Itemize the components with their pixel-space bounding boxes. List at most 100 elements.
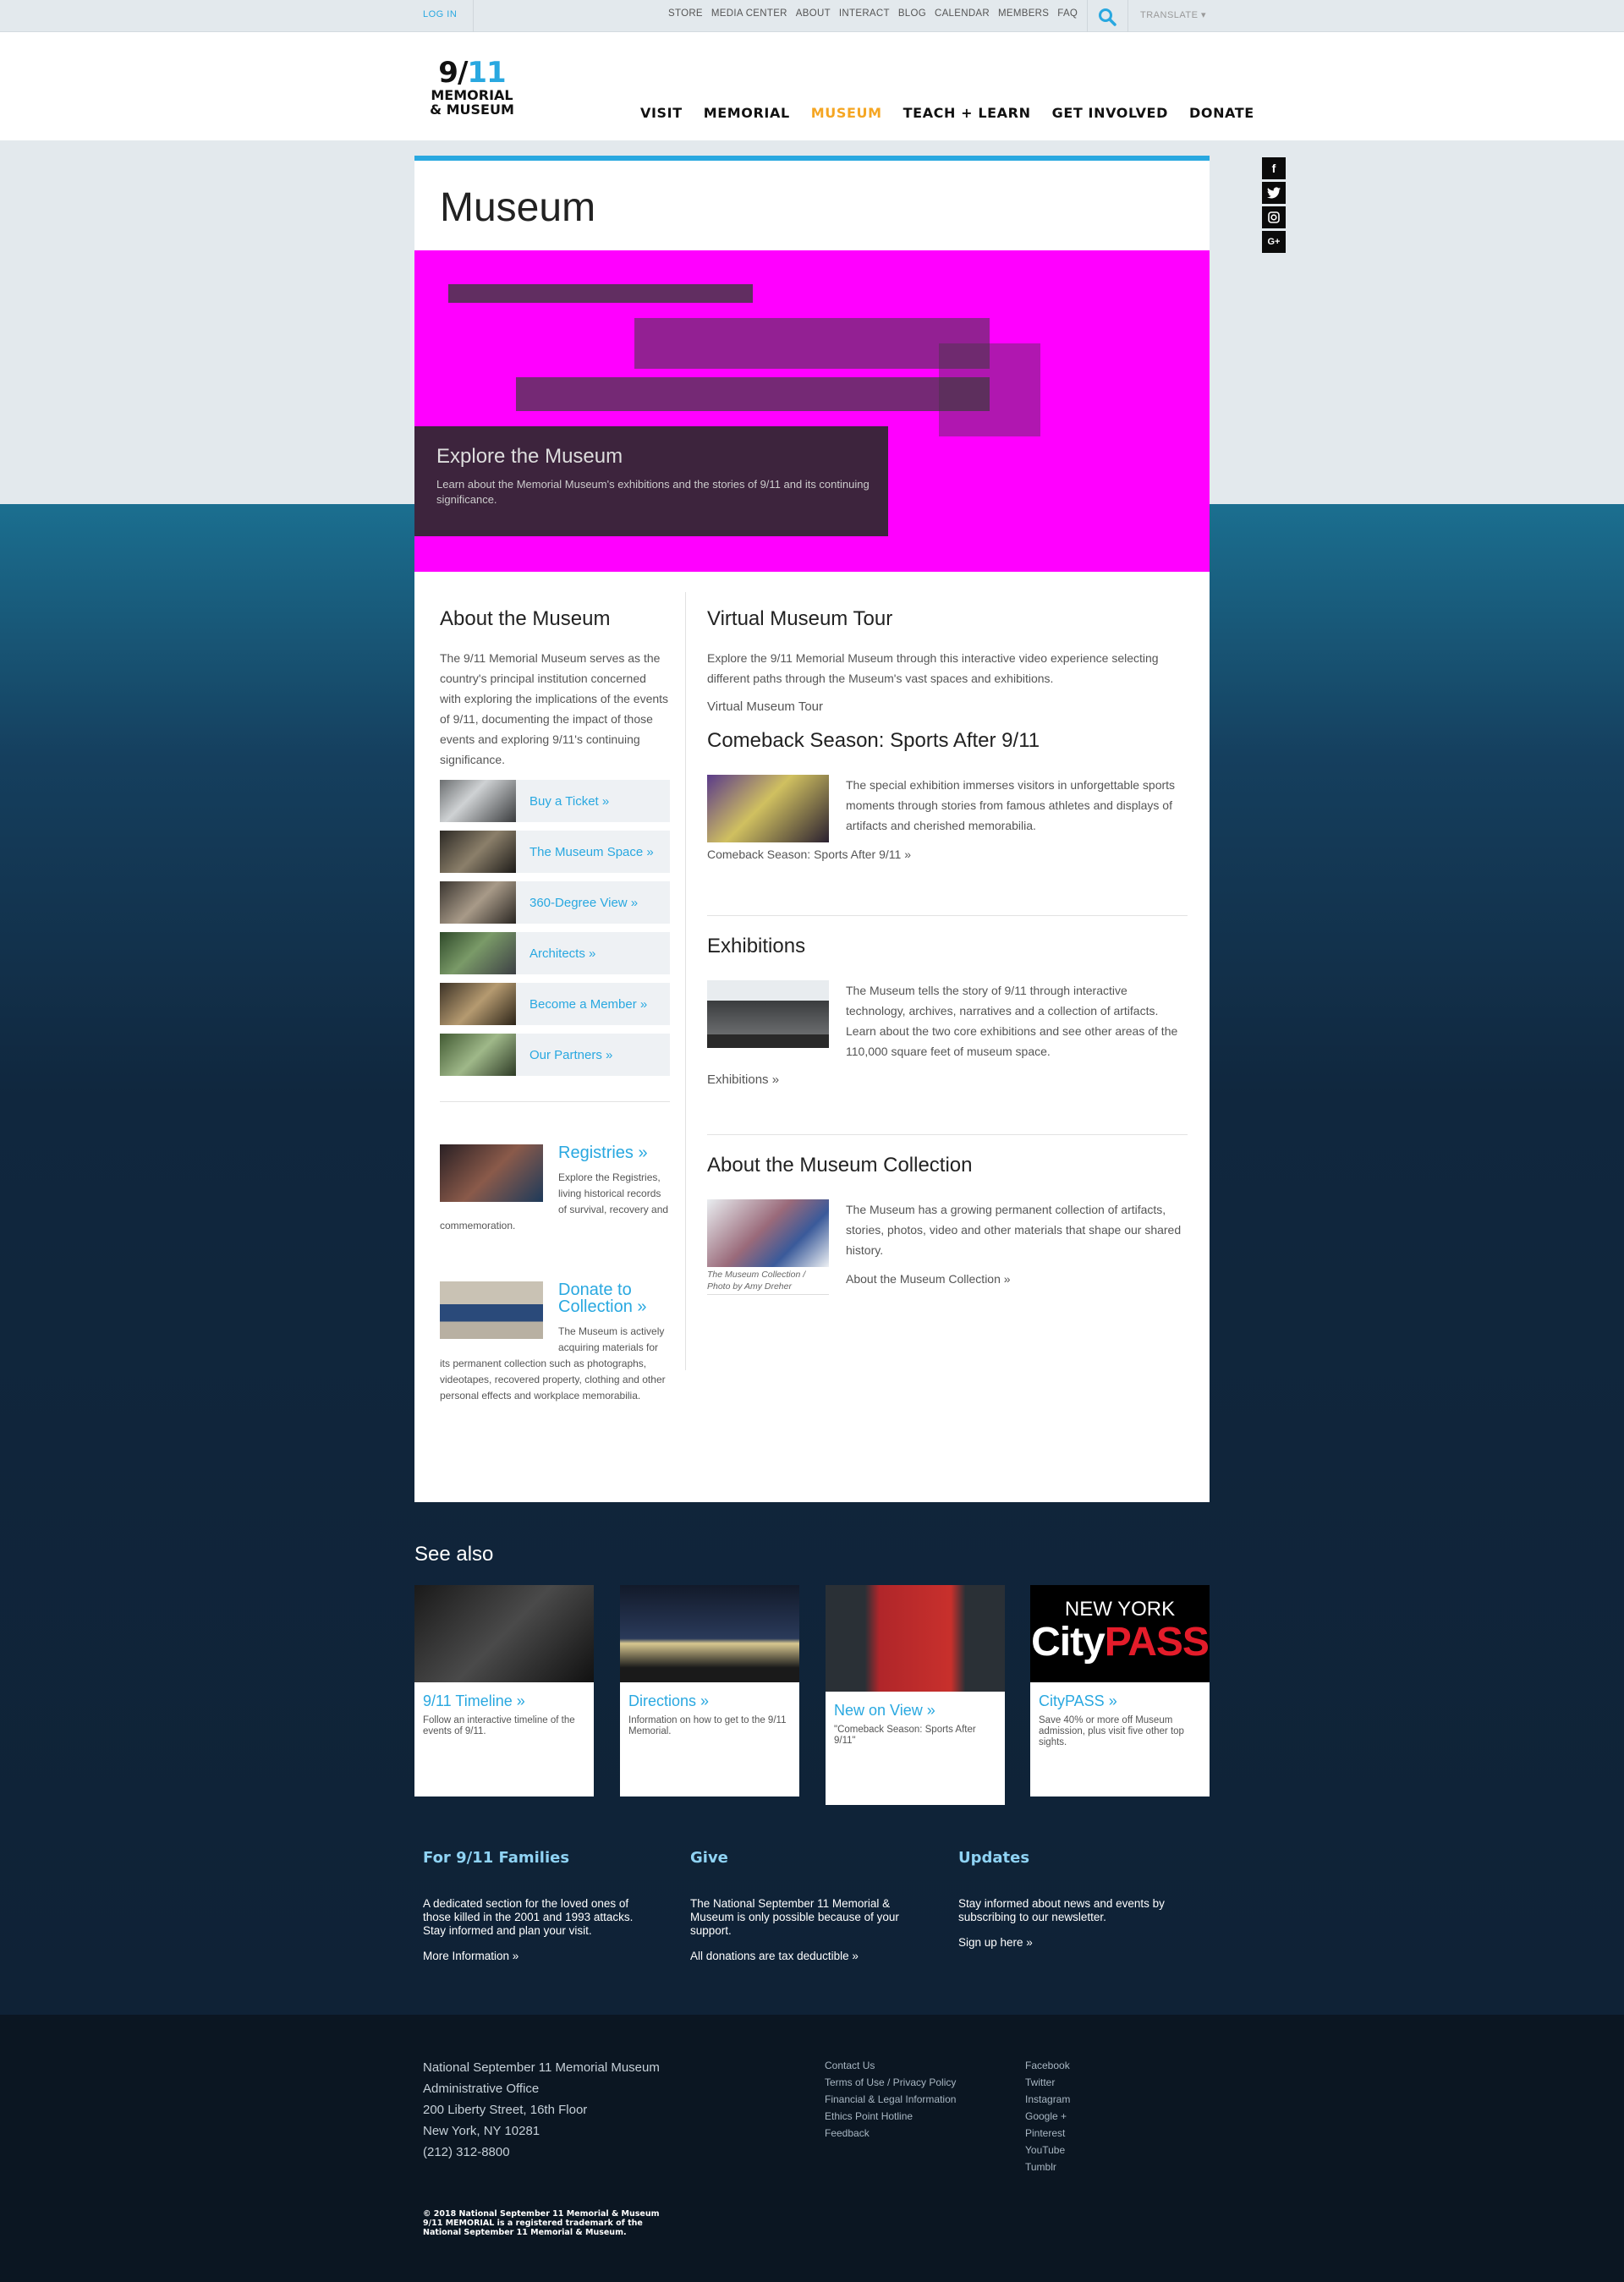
about-text: The 9/11 Memorial Museum serves as the c…: [440, 651, 669, 766]
see-also-card-new-on-view[interactable]: New on View » "Comeback Season: Sports A…: [826, 1585, 1005, 1805]
registries-thumbnail[interactable]: [440, 1144, 543, 1202]
updates-link[interactable]: Sign up here »: [958, 1936, 1187, 1949]
social-share-bar: f G+: [1262, 157, 1286, 255]
content-card: Museum Explore the Museum Learn about th…: [414, 156, 1210, 1502]
left-column: About the Museum The 9/11 Memorial Museu…: [440, 607, 670, 1404]
translate-dropdown[interactable]: TRANSLATE ▾: [1140, 9, 1206, 20]
footer-link-instagram[interactable]: Instagram: [1025, 2091, 1070, 2108]
quick-link-thumbnail: [440, 831, 516, 873]
collection-feature: The Museum Collection / Photo by Amy Dre…: [707, 1199, 1188, 1295]
quick-link-become-member[interactable]: Become a Member »: [440, 983, 670, 1025]
instagram-icon[interactable]: [1262, 206, 1286, 228]
utility-nav: STORE MEDIA CENTER ABOUT INTERACT BLOG C…: [668, 8, 1078, 19]
comeback-link[interactable]: Comeback Season: Sports After 9/11 »: [707, 844, 1188, 864]
utility-link-about[interactable]: ABOUT: [796, 8, 831, 19]
logo-line-memorial: MEMORIAL: [431, 87, 513, 103]
address-line: New York, NY 10281: [423, 2124, 540, 2138]
see-also-card-title: Directions »: [628, 1692, 710, 1709]
comeback-heading: Comeback Season: Sports After 9/11: [707, 729, 1040, 752]
nav-get-involved[interactable]: GET INVOLVED: [1052, 105, 1168, 121]
site-header: 9/11 MEMORIAL & MUSEUM VISIT MEMORIAL MU…: [0, 32, 1624, 140]
nav-museum[interactable]: MUSEUM: [811, 105, 882, 121]
phone-number[interactable]: (212) 312-8800: [423, 2142, 660, 2163]
twitter-icon[interactable]: [1262, 182, 1286, 204]
footer-link-contact[interactable]: Contact Us: [825, 2057, 956, 2074]
hero-image-artifact: [448, 284, 753, 303]
quick-link-label: Our Partners »: [529, 1047, 613, 1062]
tour-heading: Virtual Museum Tour: [707, 607, 893, 630]
donate-thumbnail[interactable]: [440, 1281, 543, 1339]
site-logo[interactable]: 9/11 MEMORIAL & MUSEUM: [421, 58, 523, 118]
column-divider: [685, 592, 686, 1370]
utility-link-blog[interactable]: BLOG: [898, 8, 926, 19]
see-also-card-directions[interactable]: Directions » Information on how to get t…: [620, 1585, 799, 1797]
quick-link-360-view[interactable]: 360-Degree View »: [440, 881, 670, 924]
utility-link-faq[interactable]: FAQ: [1057, 8, 1078, 19]
divider: [473, 0, 474, 32]
footer-link-twitter[interactable]: Twitter: [1025, 2074, 1070, 2091]
see-also-heading: See also: [414, 1543, 494, 1566]
footer-link-google-plus[interactable]: Google +: [1025, 2108, 1070, 2125]
quick-link-architects[interactable]: Architects »: [440, 932, 670, 974]
utility-link-store[interactable]: STORE: [668, 8, 703, 19]
footer-link-facebook[interactable]: Facebook: [1025, 2057, 1070, 2074]
facebook-icon[interactable]: f: [1262, 157, 1286, 179]
collection-image[interactable]: [707, 1199, 829, 1267]
search-icon[interactable]: [1098, 8, 1116, 26]
give-promo: Give The National September 11 Memorial …: [690, 1849, 919, 1962]
hero-caption-title: Explore the Museum: [436, 445, 623, 468]
logo-nine: 9/: [438, 56, 468, 90]
nav-donate[interactable]: DONATE: [1189, 105, 1254, 121]
directions-thumbnail: [620, 1585, 799, 1682]
footer-link-terms[interactable]: Terms of Use / Privacy Policy: [825, 2074, 956, 2091]
nav-visit[interactable]: VISIT: [640, 105, 683, 121]
collection-heading: About the Museum Collection: [707, 1154, 973, 1177]
see-also-card-timeline[interactable]: 9/11 Timeline » Follow an interactive ti…: [414, 1585, 594, 1797]
quick-link-buy-ticket[interactable]: Buy a Ticket »: [440, 780, 670, 822]
exhibitions-image[interactable]: [707, 980, 829, 1048]
footer-link-youtube[interactable]: YouTube: [1025, 2142, 1070, 2159]
see-also-card-text: Follow an interactive timeline of the ev…: [423, 1715, 575, 1736]
footer-social-links: Facebook Twitter Instagram Google + Pint…: [1025, 2057, 1070, 2175]
quick-link-our-partners[interactable]: Our Partners »: [440, 1034, 670, 1076]
google-plus-icon[interactable]: G+: [1262, 231, 1286, 253]
tour-link[interactable]: Virtual Museum Tour: [707, 697, 1188, 717]
utility-link-media-center[interactable]: MEDIA CENTER: [711, 8, 787, 19]
hero-slideshow[interactable]: Explore the Museum Learn about the Memor…: [414, 250, 1210, 572]
footer-address: National September 11 Memorial Museum Ad…: [423, 2057, 660, 2163]
give-link[interactable]: All donations are tax deductible »: [690, 1950, 919, 1962]
quick-link-thumbnail: [440, 983, 516, 1025]
address-line: Administrative Office: [423, 2082, 540, 2096]
footer-link-financial[interactable]: Financial & Legal Information: [825, 2091, 956, 2108]
footer-link-tumblr[interactable]: Tumblr: [1025, 2159, 1070, 2175]
utility-link-interact[interactable]: INTERACT: [839, 8, 890, 19]
utility-link-calendar[interactable]: CALENDAR: [935, 8, 990, 19]
login-link[interactable]: LOG IN: [423, 9, 457, 19]
quick-link-label: Become a Member »: [529, 996, 648, 1012]
citypass-logo-pass: PASS: [1104, 1620, 1210, 1665]
see-also-card-title: 9/11 Timeline »: [423, 1692, 525, 1709]
quick-link-thumbnail: [440, 780, 516, 822]
citypass-logo-city: City: [1031, 1620, 1106, 1665]
families-link[interactable]: More Information »: [423, 1950, 651, 1962]
footer-link-ethics[interactable]: Ethics Point Hotline: [825, 2108, 956, 2125]
quick-links: Buy a Ticket » The Museum Space » 360-De…: [440, 780, 670, 1076]
nav-teach-learn[interactable]: TEACH + LEARN: [903, 105, 1031, 121]
copyright: © 2018 National September 11 Memorial & …: [423, 2209, 660, 2237]
exhibitions-link[interactable]: Exhibitions »: [707, 1070, 1188, 1090]
utility-link-members[interactable]: MEMBERS: [998, 8, 1049, 19]
copyright-line: © 2018 National September 11 Memorial & …: [423, 2209, 660, 2219]
nav-memorial[interactable]: MEMORIAL: [704, 105, 790, 121]
see-also-card-citypass[interactable]: NEW YORK CityPASS CityPASS » Save 40% or…: [1030, 1585, 1210, 1797]
divider: [707, 915, 1188, 916]
footer-link-pinterest[interactable]: Pinterest: [1025, 2125, 1070, 2142]
divider: [1127, 0, 1128, 32]
site-footer: [0, 2015, 1624, 2282]
footer-link-feedback[interactable]: Feedback: [825, 2125, 956, 2142]
comeback-image[interactable]: [707, 775, 829, 842]
quick-link-museum-space[interactable]: The Museum Space »: [440, 831, 670, 873]
about-heading: About the Museum: [440, 607, 611, 630]
quick-link-label: 360-Degree View »: [529, 895, 639, 910]
updates-heading: Updates: [958, 1849, 1030, 1867]
donate-promo: Donate to Collection » The Museum is act…: [440, 1281, 670, 1404]
